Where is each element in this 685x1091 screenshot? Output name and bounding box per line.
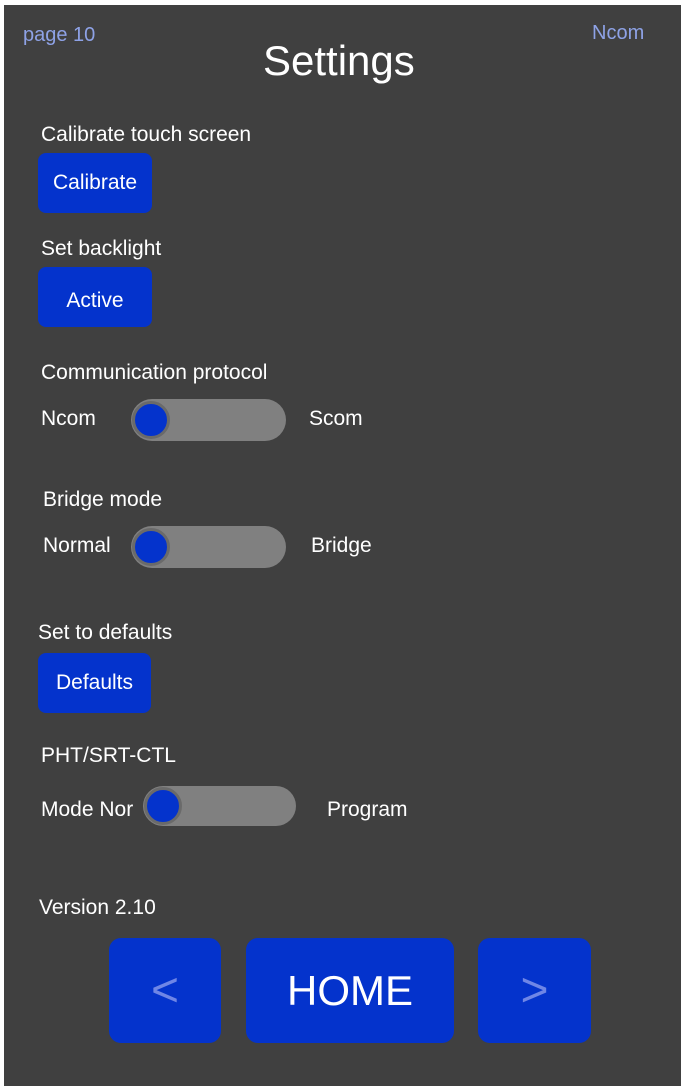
calibrate-button-label: Calibrate bbox=[52, 171, 138, 194]
next-page-button[interactable]: > bbox=[478, 938, 591, 1043]
pht-option-program: Program bbox=[327, 798, 408, 821]
home-button[interactable]: HOME bbox=[246, 938, 454, 1043]
protocol-option-scom: Scom bbox=[309, 407, 363, 430]
pht-toggle-knob[interactable] bbox=[144, 787, 182, 825]
pht-option-mode-normal: Mode Nor bbox=[41, 799, 134, 820]
protocol-option-ncom: Ncom bbox=[41, 407, 96, 430]
previous-page-button[interactable]: < bbox=[109, 938, 221, 1043]
defaults-button[interactable]: Defaults bbox=[38, 653, 151, 713]
pht-srt-ctl-label: PHT/SRT-CTL bbox=[41, 744, 176, 767]
defaults-button-label: Defaults bbox=[55, 671, 134, 694]
protocol-toggle[interactable] bbox=[131, 399, 286, 441]
calibrate-label: Calibrate touch screen bbox=[41, 123, 252, 146]
chevron-right-icon: > bbox=[520, 963, 549, 1017]
calibrate-button[interactable]: Calibrate bbox=[38, 153, 152, 213]
version-label: Version 2.10 bbox=[39, 896, 156, 919]
backlight-button[interactable]: Active bbox=[38, 267, 152, 327]
home-button-label: HOME bbox=[287, 966, 413, 1014]
bridge-option-bridge: Bridge bbox=[311, 534, 372, 557]
bridge-option-normal: Normal bbox=[43, 534, 111, 557]
bridge-mode-toggle[interactable] bbox=[131, 526, 286, 568]
bridge-mode-label: Bridge mode bbox=[43, 488, 163, 511]
bridge-toggle-knob[interactable] bbox=[132, 528, 170, 566]
protocol-indicator: Ncom bbox=[592, 22, 645, 44]
pht-mode-toggle[interactable] bbox=[143, 786, 296, 826]
backlight-button-label: Active bbox=[66, 289, 124, 312]
page-title: Settings bbox=[263, 37, 415, 84]
protocol-toggle-knob[interactable] bbox=[132, 401, 170, 439]
defaults-label: Set to defaults bbox=[38, 621, 173, 644]
backlight-label: Set backlight bbox=[41, 237, 162, 260]
page-number-label: page 10 bbox=[23, 24, 96, 46]
protocol-label: Communication protocol bbox=[41, 361, 268, 384]
chevron-left-icon: < bbox=[150, 963, 180, 1017]
